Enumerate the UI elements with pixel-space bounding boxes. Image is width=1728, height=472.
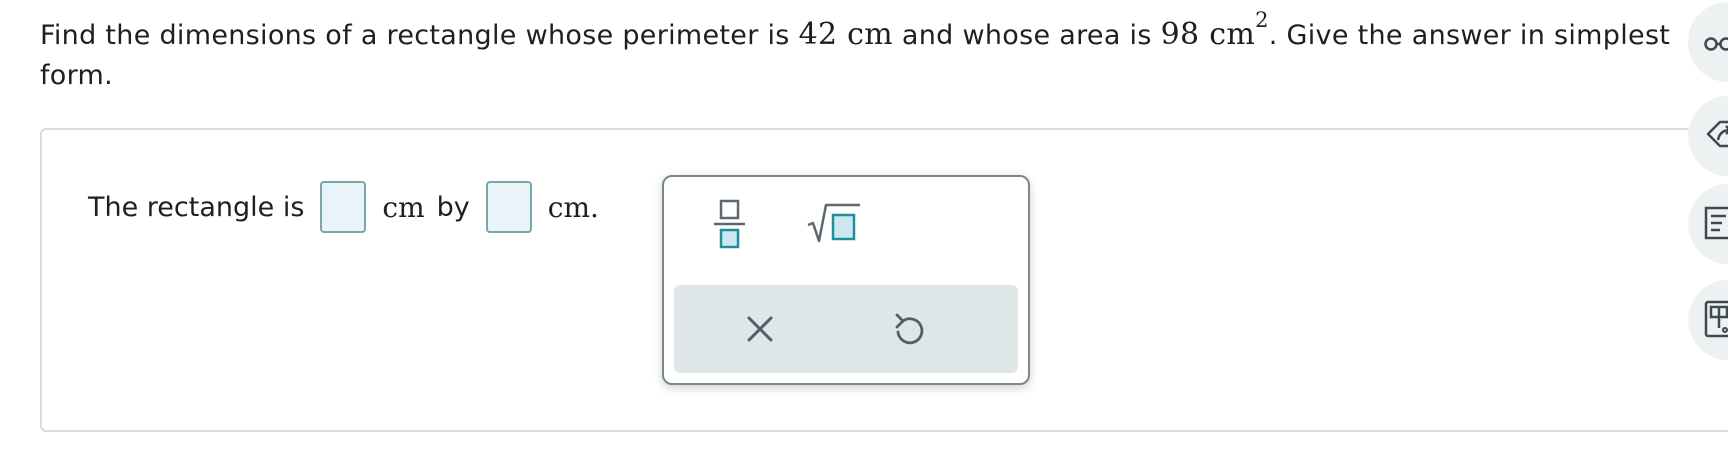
- by-text: by: [436, 191, 470, 223]
- answer-input-width[interactable]: [485, 181, 532, 233]
- unit-cm-2: cm.: [547, 190, 599, 224]
- question-text-part-2: and whose area is: [893, 20, 1161, 51]
- answer-line: The rectangle is cm by cm.: [88, 178, 599, 236]
- reader-icon: [1704, 206, 1728, 240]
- answer-lead-text: The rectangle is: [88, 191, 305, 223]
- perimeter-value: 42 cm: [798, 17, 894, 52]
- eyeglasses-icon: [1704, 37, 1728, 51]
- undo-icon: [895, 313, 924, 345]
- clear-button[interactable]: [730, 299, 790, 359]
- area-number: 98 cm: [1160, 17, 1256, 52]
- math-palette: [662, 175, 1030, 385]
- sqrt-icon: [807, 203, 860, 243]
- sqrt-button[interactable]: [804, 191, 868, 255]
- fraction-button[interactable]: [698, 191, 762, 255]
- question-text-part-1: Find the dimensions of a rectangle whose…: [40, 20, 799, 51]
- area-exponent: 2: [1255, 8, 1269, 32]
- palette-footer: [674, 285, 1018, 373]
- fraction-icon: [714, 199, 745, 249]
- question-text: Find the dimensions of a rectangle whose…: [40, 6, 1700, 96]
- calculator-icon: [1704, 300, 1728, 338]
- unit-cm-1: cm: [382, 190, 425, 224]
- answer-input-length[interactable]: [320, 181, 367, 233]
- close-icon: [747, 316, 773, 342]
- reshare-icon: [1706, 120, 1728, 148]
- area-value: 98 cm2: [1160, 8, 1269, 52]
- undo-button[interactable]: [880, 299, 940, 359]
